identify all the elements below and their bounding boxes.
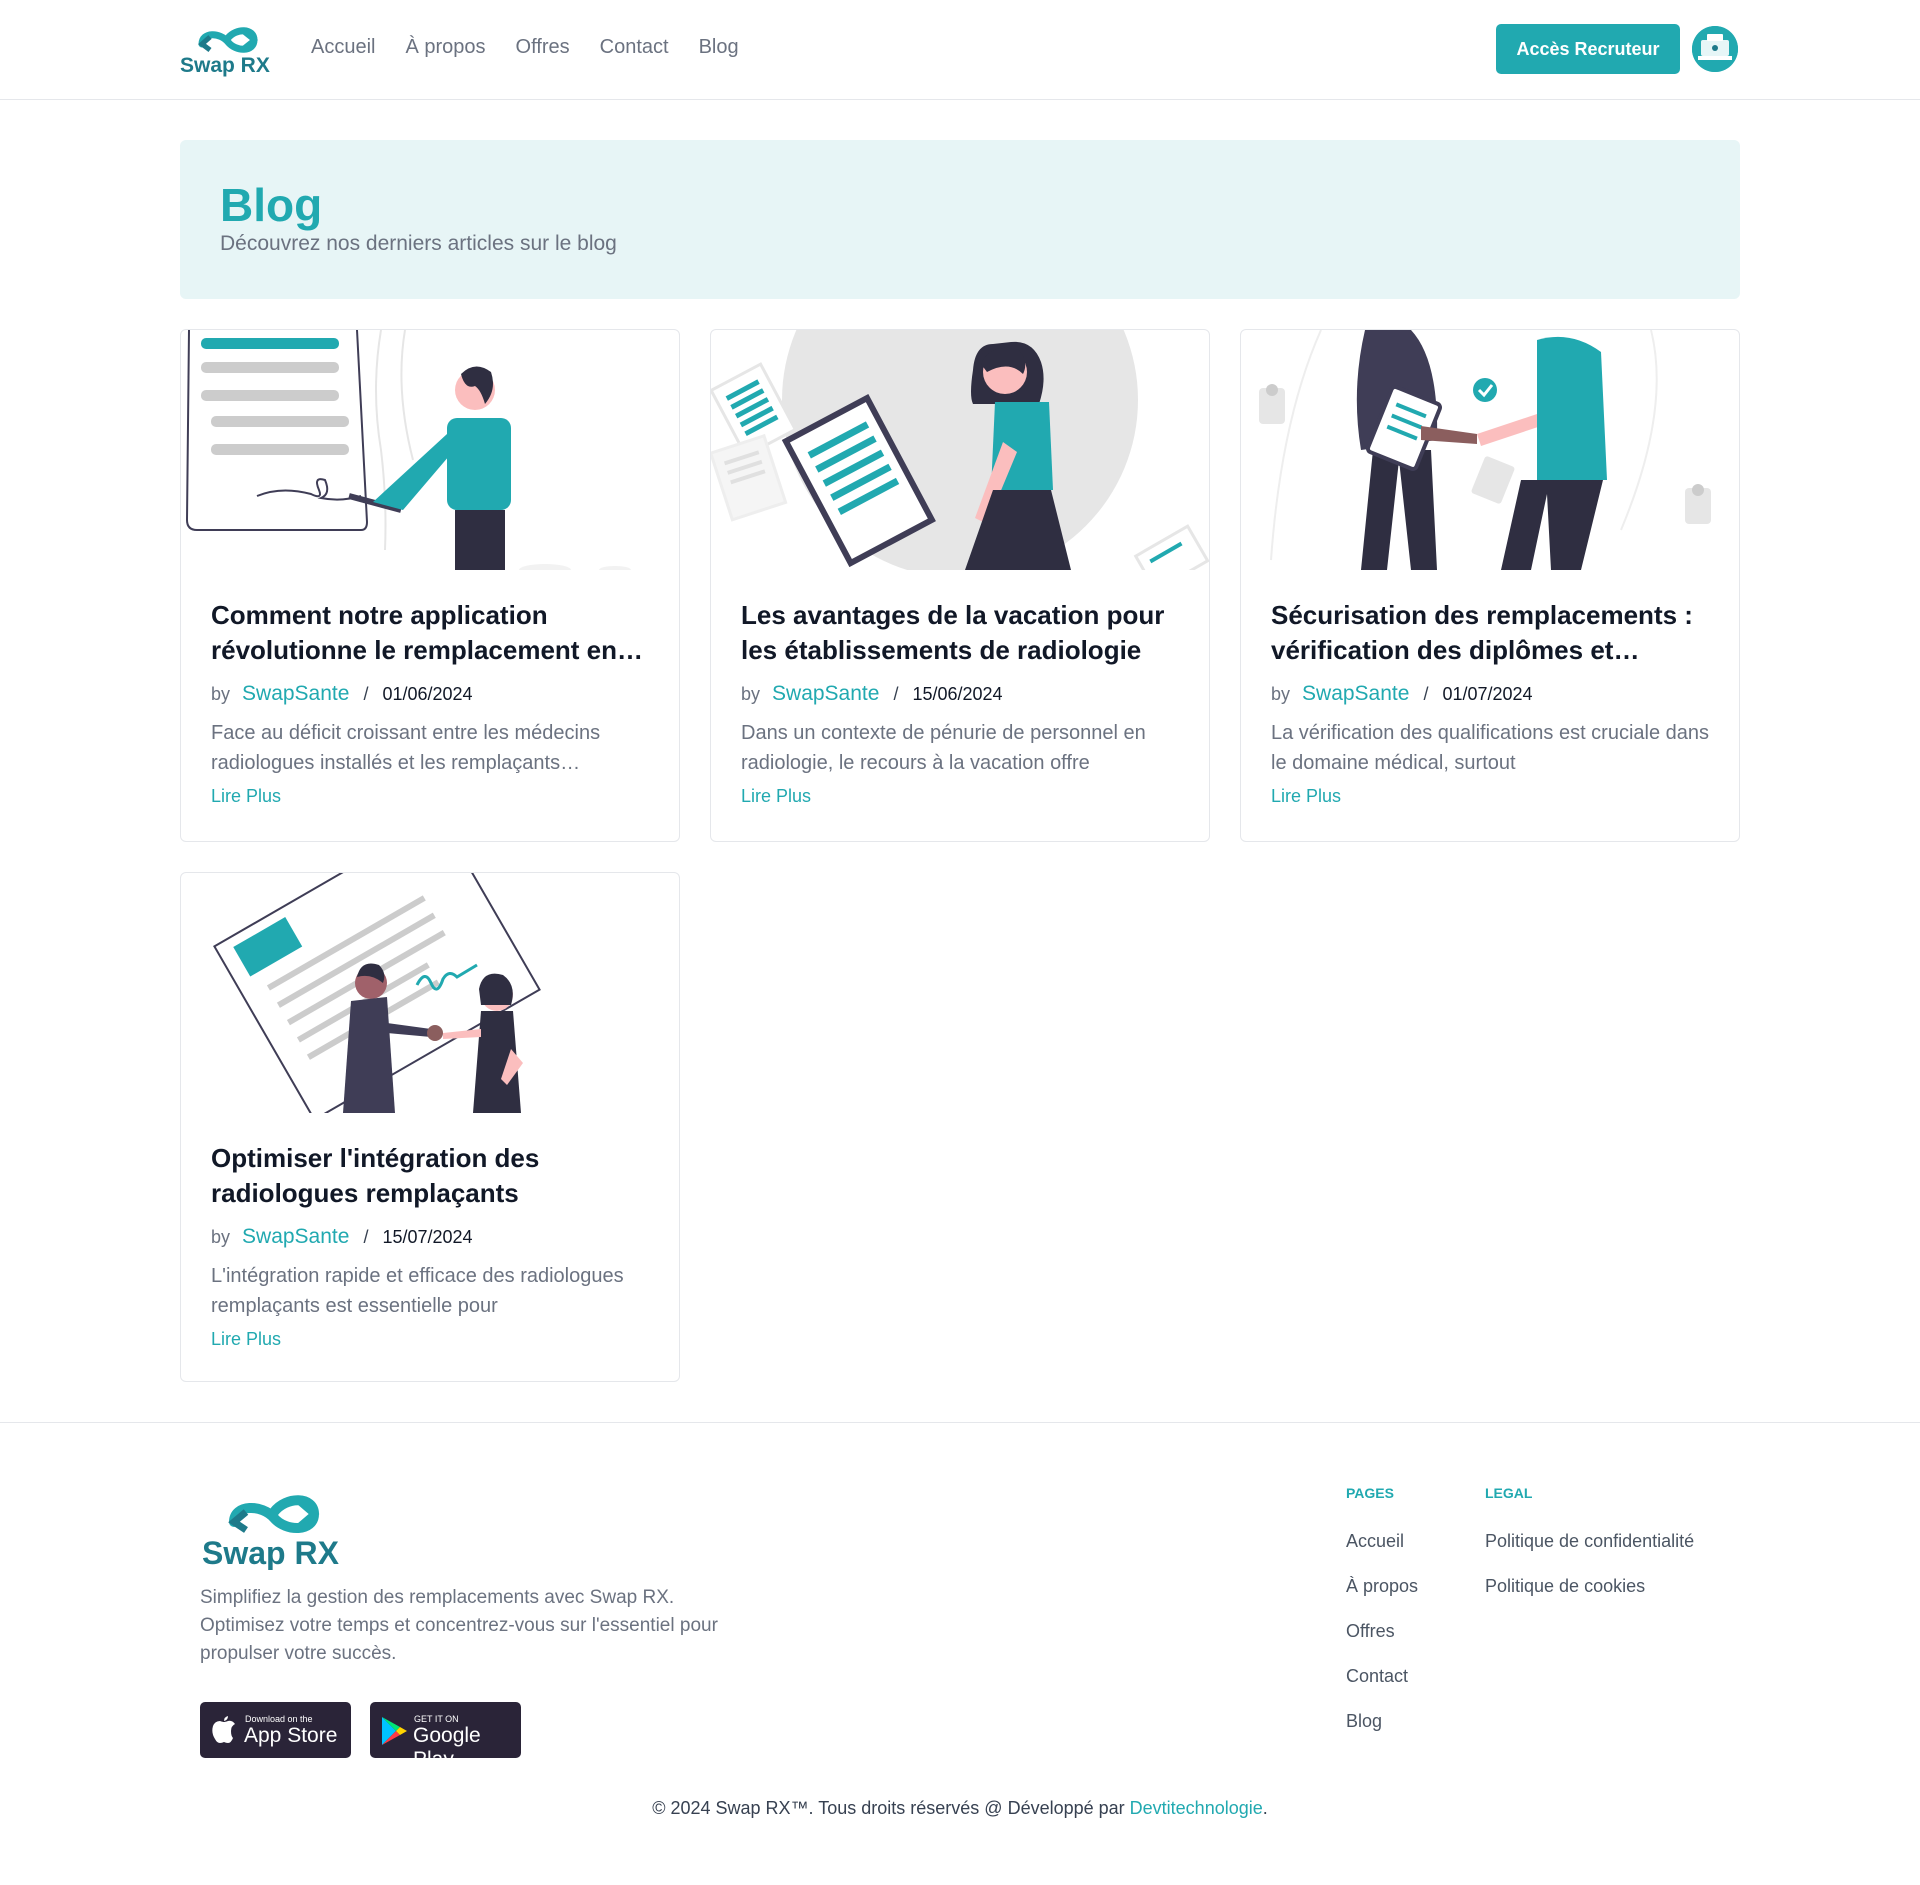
footer-link-a-propos[interactable]: À propos (1346, 1576, 1418, 1597)
nav-accueil[interactable]: Accueil (311, 36, 375, 59)
read-more-link[interactable]: Lire Plus (741, 786, 811, 807)
post-excerpt: La vérification des qualifications est c… (1271, 722, 1710, 774)
post-date: 01/06/2024 (382, 683, 473, 704)
post-title[interactable]: Comment notre application révolutionne l… (211, 598, 656, 668)
footer-legal-heading: LEGAL (1485, 1485, 1533, 1501)
post-meta: by SwapSante / 15/07/2024 (211, 1225, 473, 1249)
page-subtitle: Découvrez nos derniers articles sur le b… (220, 232, 617, 255)
signing-document-illustration (185, 330, 631, 570)
footer-link-privacy[interactable]: Politique de confidentialité (1485, 1531, 1694, 1552)
post-date: 15/07/2024 (382, 1226, 473, 1247)
user-avatar-icon (1692, 26, 1738, 72)
blog-card[interactable]: Les avantages de la vacation pour les ét… (710, 329, 1210, 842)
app-store-label: App Store (244, 1724, 338, 1747)
post-meta: by SwapSante / 15/06/2024 (741, 682, 1003, 706)
nav-offres[interactable]: Offres (516, 36, 570, 59)
svg-text:Swap RX: Swap RX (180, 54, 270, 77)
copyright-main: © 2024 Swap RX™. Tous droits réservés @ … (652, 1798, 1130, 1818)
blog-card[interactable]: Comment notre application révolutionne l… (180, 329, 680, 842)
post-title[interactable]: Optimiser l'intégration des radiologues … (211, 1141, 656, 1211)
google-play-label: Google Play (413, 1724, 481, 1771)
post-title[interactable]: Sécurisation des remplacements : vérific… (1271, 598, 1716, 668)
apple-icon (212, 1716, 235, 1743)
post-by-label: by (211, 683, 231, 704)
developer-link[interactable]: Devtitechnologie (1130, 1798, 1263, 1818)
post-by-label: by (1271, 683, 1291, 704)
meta-separator: / (363, 683, 369, 704)
footer-link-cookies[interactable]: Politique de cookies (1485, 1576, 1645, 1597)
nav-contact[interactable]: Contact (600, 36, 669, 59)
google-play-button[interactable]: GET IT ON Google Play (370, 1702, 521, 1771)
post-by-label: by (741, 683, 761, 704)
meta-separator: / (1423, 683, 1429, 704)
footer-link-contact[interactable]: Contact (1346, 1666, 1408, 1687)
footer-pages-heading: PAGES (1346, 1485, 1394, 1501)
blog-card[interactable]: Optimiser l'intégration des radiologues … (180, 872, 680, 1382)
nav-blog[interactable]: Blog (699, 36, 739, 59)
footer-link-accueil[interactable]: Accueil (1346, 1531, 1404, 1552)
post-author[interactable]: SwapSante (772, 682, 879, 706)
svg-text:Swap RX: Swap RX (202, 1535, 340, 1570)
post-date: 01/07/2024 (1442, 683, 1533, 704)
post-author[interactable]: SwapSante (242, 682, 349, 706)
avatar[interactable] (1692, 26, 1738, 72)
copyright-text: © 2024 Swap RX™. Tous droits réservés @ … (0, 1798, 1920, 1819)
app-store-small-text: Download on the (245, 1714, 313, 1724)
google-play-small-text: GET IT ON (414, 1714, 459, 1724)
page-title: Blog (220, 179, 323, 231)
swap-rx-logo[interactable]: Swap RX (180, 20, 280, 78)
recruiter-access-button[interactable]: Accès Recruteur (1496, 24, 1680, 74)
site-header: Swap RX Accueil À propos Offres Contact … (0, 0, 1920, 100)
main-nav: Accueil À propos Offres Contact Blog (311, 36, 739, 59)
post-meta: by SwapSante / 01/07/2024 (1271, 682, 1533, 706)
woman-clipboard-illustration (711, 330, 1209, 570)
post-author[interactable]: SwapSante (1302, 682, 1409, 706)
footer-logo[interactable]: Swap RX (200, 1484, 350, 1570)
post-by-label: by (211, 1226, 231, 1247)
copyright-end: . (1262, 1798, 1268, 1818)
nav-a-propos[interactable]: À propos (405, 36, 485, 59)
post-date: 15/06/2024 (912, 683, 1003, 704)
footer-description: Simplifiez la gestion des remplacements … (200, 1587, 718, 1664)
read-more-link[interactable]: Lire Plus (211, 786, 281, 807)
post-excerpt: L'intégration rapide et efficace des rad… (211, 1265, 624, 1317)
blog-hero: Blog Découvrez nos derniers articles sur… (180, 140, 1740, 299)
post-excerpt: Face au déficit croissant entre les méde… (211, 722, 601, 774)
meta-separator: / (893, 683, 899, 704)
post-author[interactable]: SwapSante (242, 1225, 349, 1249)
post-title[interactable]: Les avantages de la vacation pour les ét… (741, 598, 1186, 668)
read-more-link[interactable]: Lire Plus (1271, 786, 1341, 807)
footer-link-offres[interactable]: Offres (1346, 1621, 1395, 1642)
google-play-icon (382, 1717, 407, 1745)
contract-handshake-illustration (213, 873, 541, 1113)
app-store-button[interactable]: Download on the App Store (200, 1702, 351, 1758)
read-more-link[interactable]: Lire Plus (211, 1329, 281, 1350)
blog-card[interactable]: Sécurisation des remplacements : vérific… (1240, 329, 1740, 842)
footer-link-blog[interactable]: Blog (1346, 1711, 1382, 1732)
footer-divider (0, 1422, 1920, 1423)
post-meta: by SwapSante / 01/06/2024 (211, 682, 473, 706)
post-excerpt: Dans un contexte de pénurie de personnel… (741, 722, 1146, 774)
meta-separator: / (363, 1226, 369, 1247)
handshake-verified-illustration (1259, 330, 1711, 570)
